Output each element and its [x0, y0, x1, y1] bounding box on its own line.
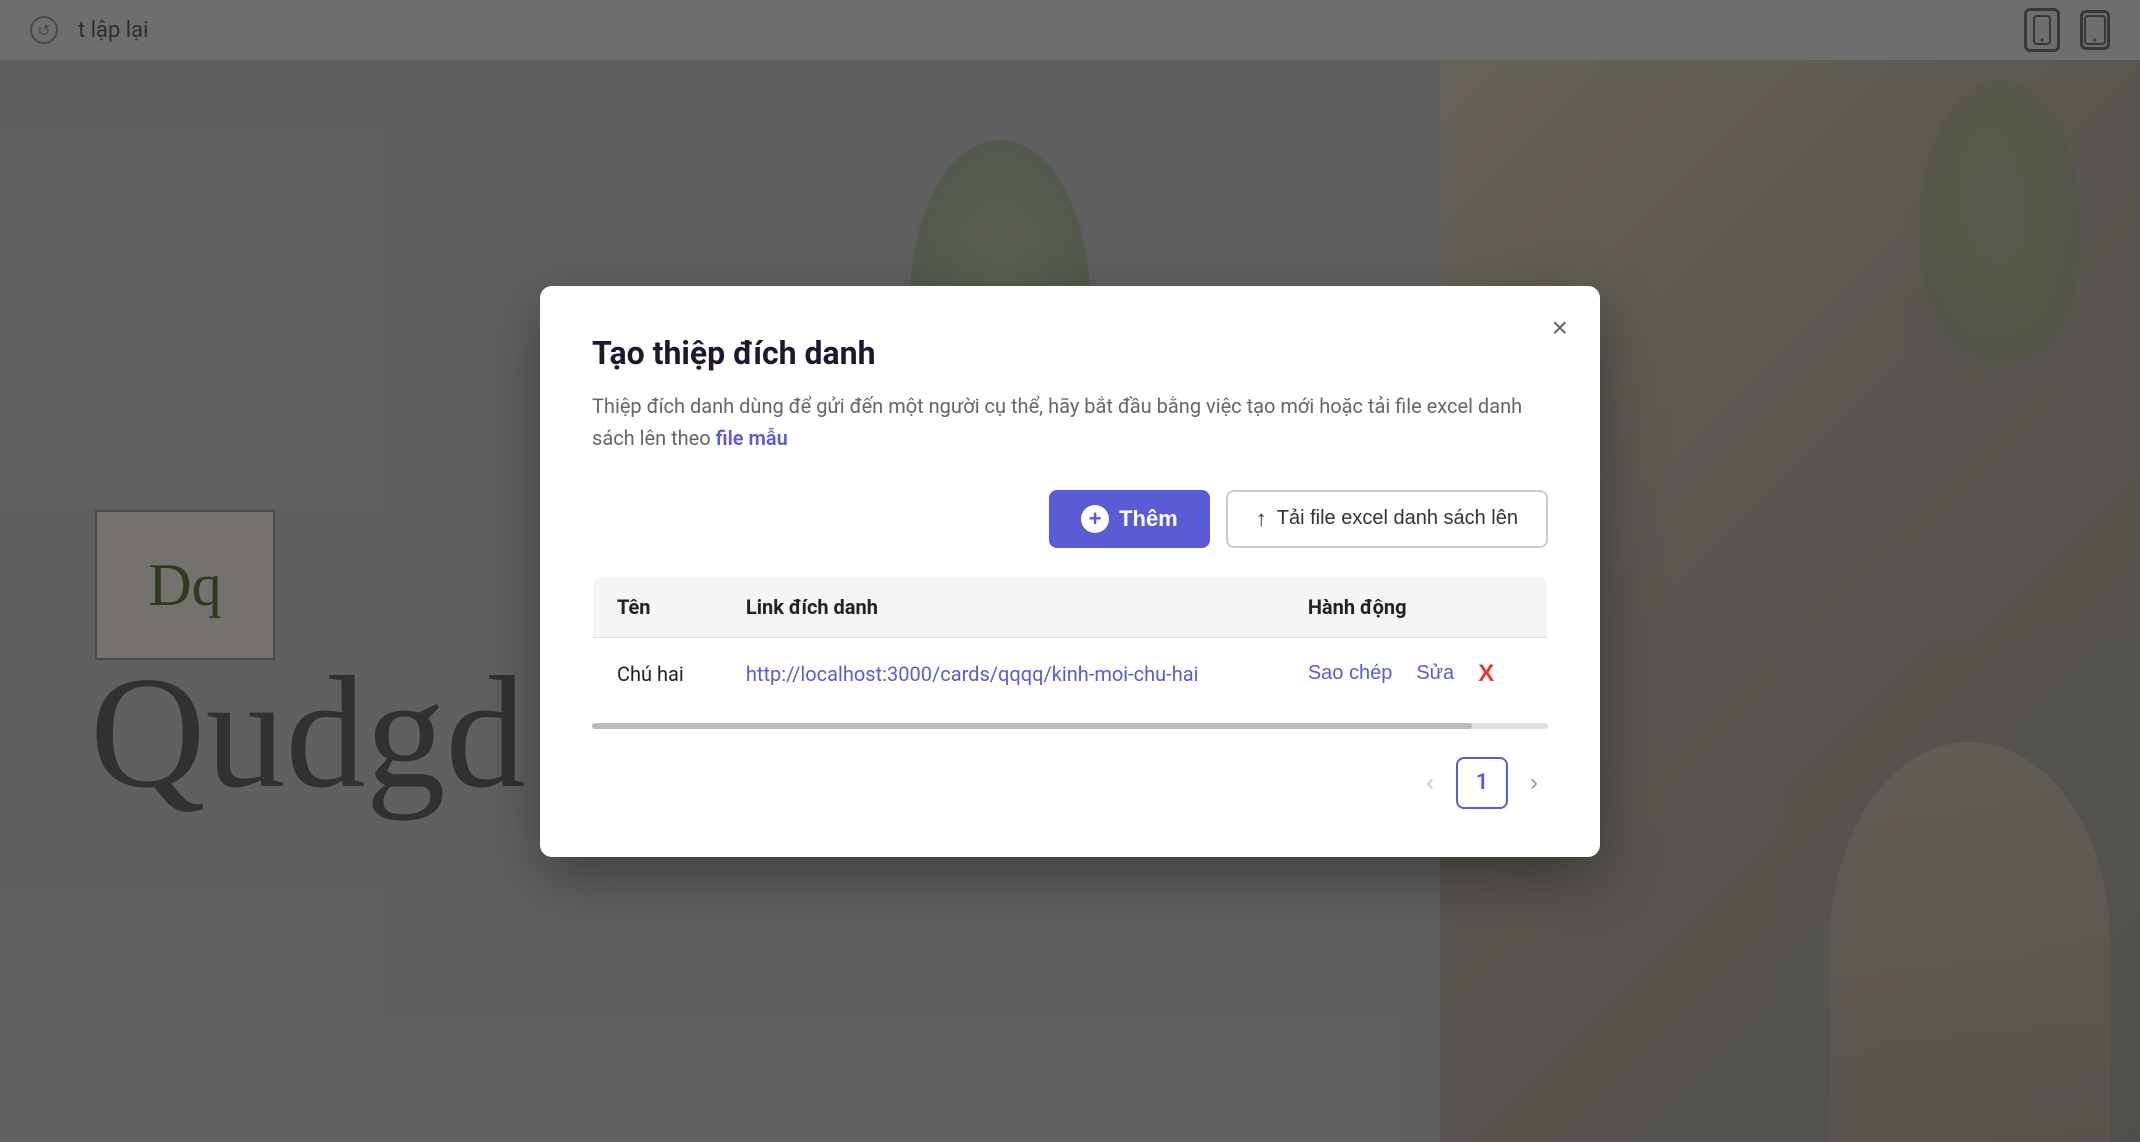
upload-label: Tải file excel danh sách lên — [1277, 507, 1518, 530]
edit-button[interactable]: Sửa — [1416, 662, 1454, 685]
table-row: Chú hai http://localhost:3000/cards/qqqq/… — [593, 637, 1548, 710]
pagination: ‹ 1 › — [592, 757, 1548, 809]
copy-button[interactable]: Sao chép — [1308, 662, 1393, 685]
close-button[interactable]: × — [1548, 310, 1572, 346]
invitees-table: Tên Link đích danh Hành động Chú hai http… — [592, 576, 1548, 711]
col-name: Tên — [593, 576, 722, 637]
cell-actions: Sao chép Sửa X — [1284, 637, 1548, 710]
modal-overlay: × Tạo thiệp đích danh Thiệp đích danh dù… — [0, 0, 2140, 1142]
upload-icon: ↑ — [1256, 506, 1267, 532]
col-action: Hành động — [1284, 576, 1548, 637]
add-button[interactable]: + Thêm — [1049, 490, 1210, 548]
plus-icon: + — [1081, 505, 1109, 533]
prev-page-button[interactable]: ‹ — [1416, 763, 1444, 803]
modal-description: Thiệp đích danh dùng để gửi đến một ngườ… — [592, 390, 1548, 454]
current-page: 1 — [1456, 757, 1508, 809]
invitation-link[interactable]: http://localhost:3000/cards/qqqq/kinh-mo… — [746, 662, 1199, 686]
add-label: Thêm — [1119, 506, 1178, 532]
modal-actions: + Thêm ↑ Tải file excel danh sách lên — [592, 490, 1548, 548]
modal-dialog: × Tạo thiệp đích danh Thiệp đích danh dù… — [540, 286, 1600, 857]
next-page-button[interactable]: › — [1520, 763, 1548, 803]
file-mau-link[interactable]: file mẫu — [716, 426, 788, 450]
upload-excel-button[interactable]: ↑ Tải file excel danh sách lên — [1226, 490, 1548, 548]
table-header-row: Tên Link đích danh Hành động — [593, 576, 1548, 637]
actions-group: Sao chép Sửa X — [1308, 660, 1523, 688]
modal-title: Tạo thiệp đích danh — [592, 334, 1548, 372]
delete-button[interactable]: X — [1478, 660, 1494, 688]
scroll-thumb — [592, 723, 1472, 729]
col-link: Link đích danh — [722, 576, 1284, 637]
cell-name: Chú hai — [593, 637, 722, 710]
cell-link: http://localhost:3000/cards/qqqq/kinh-mo… — [722, 637, 1284, 710]
scroll-indicator — [592, 723, 1548, 729]
